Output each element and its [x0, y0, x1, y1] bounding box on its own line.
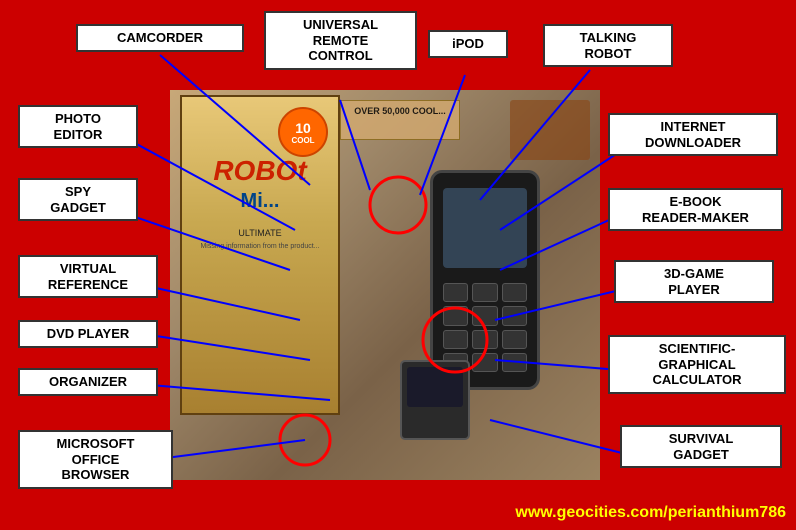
organizer-label: ORGANIZER — [18, 368, 158, 396]
survival-gadget-label: SURVIVALGADGET — [620, 425, 782, 468]
dvd-player-label: DVD PLAYER — [18, 320, 158, 348]
ipod-label: iPOD — [428, 30, 508, 58]
game-player-label: 3D-GAMEPLAYER — [614, 260, 774, 303]
talking-robot-label: TALKINGROBOT — [543, 24, 673, 67]
ebook-reader-label: E-BOOKREADER-MAKER — [608, 188, 783, 231]
camcorder-label: CAMCORDER — [76, 24, 244, 52]
spy-gadget-label: SPYGADGET — [18, 178, 138, 221]
small-device — [400, 360, 470, 440]
phone-device — [430, 170, 540, 390]
virtual-reference-label: VIRTUALREFERENCE — [18, 255, 158, 298]
internet-downloader-label: INTERNETDOWNLOADER — [608, 113, 778, 156]
photo-editor-label: PHOTOEDITOR — [18, 105, 138, 148]
center-image: 10 COOL ROBOt Mi... ULTIMATE Missing inf… — [170, 90, 600, 480]
scientific-calc-label: SCIENTIFIC-GRAPHICALCALCULATOR — [608, 335, 786, 394]
microsoft-office-label: MICROSOFTOFFICEBROWSER — [18, 430, 173, 489]
universal-remote-label: UNIVERSALREMOTECONTROL — [264, 11, 417, 70]
website-url: www.geocities.com/perianthium786 — [515, 504, 786, 522]
